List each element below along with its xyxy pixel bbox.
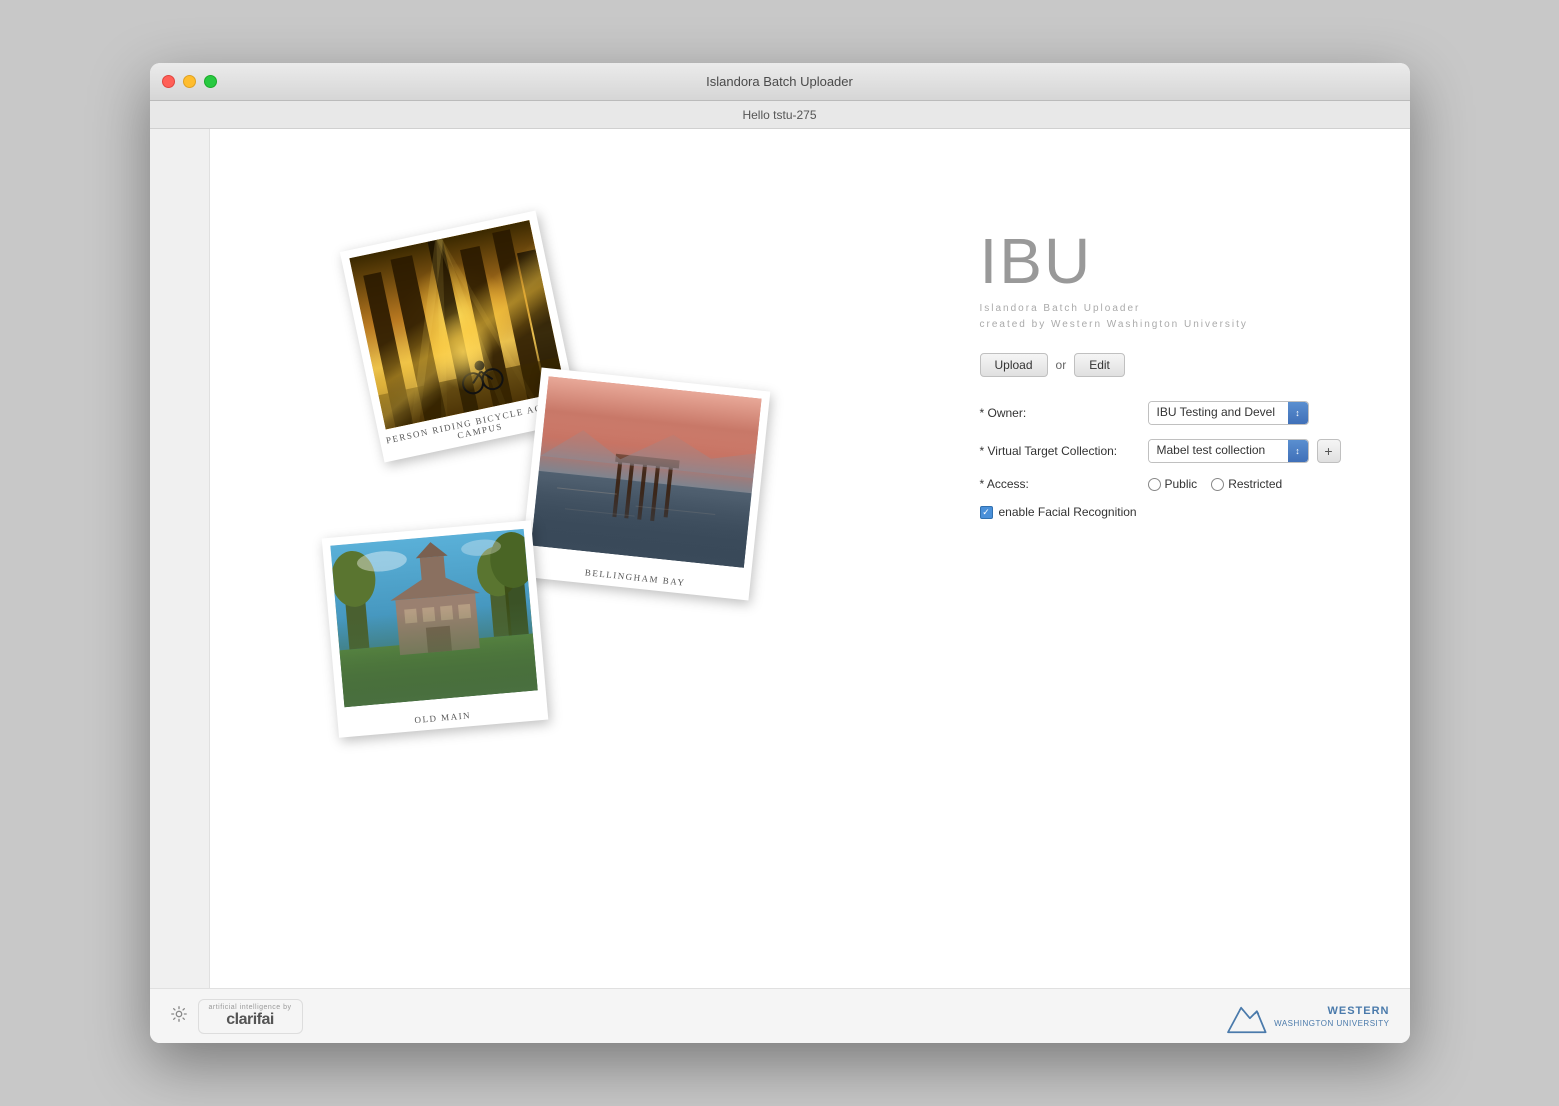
ibu-tagline: Islandora Batch Uploader created by West… xyxy=(980,301,1350,333)
ibu-tagline-line2: created by Western Washington University xyxy=(980,319,1248,330)
owner-label: * Owner: xyxy=(980,406,1140,420)
title-bar: Islandora Batch Uploader xyxy=(150,63,1410,101)
access-row: * Access: Public Restricted xyxy=(980,477,1350,491)
footer-left: artificial intelligence by clarifai xyxy=(170,999,303,1034)
access-restricted-label: Restricted xyxy=(1228,477,1282,491)
owner-row: * Owner: IBU Testing and Devel ↕ xyxy=(980,401,1350,425)
access-public-label: Public xyxy=(1165,477,1198,491)
ibu-tagline-line1: Islandora Batch Uploader xyxy=(980,303,1141,314)
right-panel: IBU Islandora Batch Uploader created by … xyxy=(980,229,1350,519)
polaroid-building: Old Main xyxy=(321,520,548,738)
settings-icon[interactable] xyxy=(170,1005,188,1028)
close-button[interactable] xyxy=(162,75,175,88)
access-radio-group: Public Restricted xyxy=(1148,477,1283,491)
main-area: Person Riding Bicycle Across Campus xyxy=(210,129,1410,988)
or-text: or xyxy=(1056,358,1067,372)
western-logo: WESTERN WASHINGTON UNIVERSITY xyxy=(1223,999,1389,1034)
virtual-target-select[interactable]: Mabel test collection ↕ xyxy=(1148,439,1309,463)
form-section: * Owner: IBU Testing and Devel ↕ * Virtu… xyxy=(980,401,1350,519)
owner-dropdown-arrow[interactable]: ↕ xyxy=(1288,402,1308,424)
virtual-target-label: * Virtual Target Collection: xyxy=(980,444,1140,458)
clarifai-small-text: artificial intelligence by xyxy=(209,1004,292,1011)
polaroid-bay-caption: Bellingham Bay xyxy=(520,560,750,594)
western-text-group: WESTERN WASHINGTON UNIVERSITY xyxy=(1274,1004,1389,1027)
content-area: Person Riding Bicycle Across Campus xyxy=(150,129,1410,988)
facial-recognition-checkbox[interactable] xyxy=(980,506,993,519)
clarifai-branding: artificial intelligence by clarifai xyxy=(198,999,303,1034)
facial-recognition-row: enable Facial Recognition xyxy=(980,505,1350,519)
owner-value: IBU Testing and Devel xyxy=(1149,402,1289,424)
window-title: Islandora Batch Uploader xyxy=(706,74,853,89)
access-public-radio[interactable] xyxy=(1148,478,1161,491)
virtual-target-dropdown-arrow[interactable]: ↕ xyxy=(1288,440,1308,462)
ibu-logo: IBU xyxy=(980,229,1350,293)
greeting-text: Hello tstu-275 xyxy=(742,108,816,122)
western-subtitle: WASHINGTON UNIVERSITY xyxy=(1274,1019,1389,1028)
app-window: Islandora Batch Uploader Hello tstu-275 xyxy=(150,63,1410,1043)
polaroid-bay: Bellingham Bay xyxy=(519,368,770,601)
sub-bar: Hello tstu-275 xyxy=(150,101,1410,129)
polaroid-building-caption: Old Main xyxy=(337,704,547,732)
facial-recognition-label: enable Facial Recognition xyxy=(999,505,1137,519)
photo-bicycle-image xyxy=(349,220,565,429)
clarifai-logo: clarifai xyxy=(226,1011,274,1029)
owner-select[interactable]: IBU Testing and Devel ↕ xyxy=(1148,401,1309,425)
minimize-button[interactable] xyxy=(183,75,196,88)
maximize-button[interactable] xyxy=(204,75,217,88)
photo-building-image xyxy=(330,529,537,707)
western-name: WESTERN xyxy=(1274,1004,1389,1018)
sidebar-strip xyxy=(150,129,210,988)
access-public-option[interactable]: Public xyxy=(1148,477,1198,491)
virtual-target-row: * Virtual Target Collection: Mabel test … xyxy=(980,439,1350,463)
traffic-lights xyxy=(162,75,217,88)
add-collection-button[interactable]: + xyxy=(1317,439,1341,463)
photos-area: Person Riding Bicycle Across Campus xyxy=(260,189,820,749)
access-label: * Access: xyxy=(980,477,1140,491)
access-restricted-radio[interactable] xyxy=(1211,478,1224,491)
edit-button[interactable]: Edit xyxy=(1074,353,1125,377)
access-restricted-option[interactable]: Restricted xyxy=(1211,477,1282,491)
footer: artificial intelligence by clarifai WEST… xyxy=(150,988,1410,1043)
photo-bay-image xyxy=(530,376,761,567)
virtual-target-value: Mabel test collection xyxy=(1149,440,1289,462)
upload-button[interactable]: Upload xyxy=(980,353,1048,377)
action-row: Upload or Edit xyxy=(980,353,1350,377)
